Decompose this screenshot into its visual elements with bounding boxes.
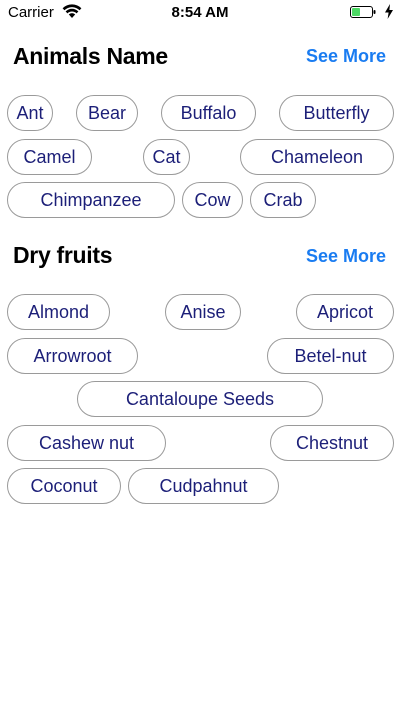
chip-camel[interactable]: Camel	[7, 139, 92, 175]
chip-ant[interactable]: Ant	[7, 95, 53, 131]
chip-butterfly[interactable]: Butterfly	[279, 95, 394, 131]
chip-chameleon[interactable]: Chameleon	[240, 139, 394, 175]
chip-crab[interactable]: Crab	[250, 182, 316, 218]
chip-cudpahnut[interactable]: Cudpahnut	[128, 468, 279, 504]
chip-chestnut[interactable]: Chestnut	[270, 425, 394, 461]
chip-cow[interactable]: Cow	[182, 182, 243, 218]
charging-bolt-icon	[385, 4, 393, 19]
section-title-animals: Animals Name	[13, 43, 168, 69]
chip-anise[interactable]: Anise	[165, 294, 241, 330]
battery-icon	[350, 6, 376, 18]
chip-arrowroot[interactable]: Arrowroot	[7, 338, 138, 374]
chip-almond[interactable]: Almond	[7, 294, 110, 330]
chip-betel-nut[interactable]: Betel-nut	[267, 338, 394, 374]
chip-coconut[interactable]: Coconut	[7, 468, 121, 504]
see-more-dry-fruits-button[interactable]: See More	[306, 246, 386, 267]
chip-apricot[interactable]: Apricot	[296, 294, 394, 330]
clock-time: 8:54 AM	[171, 4, 229, 21]
status-bar: Carrier 8:54 AM	[0, 0, 400, 26]
chip-cat[interactable]: Cat	[143, 139, 190, 175]
chip-bear[interactable]: Bear	[76, 95, 138, 131]
chip-cantaloupe-seeds[interactable]: Cantaloupe Seeds	[77, 381, 323, 417]
chip-chimpanzee[interactable]: Chimpanzee	[7, 182, 175, 218]
chip-cashew-nut[interactable]: Cashew nut	[7, 425, 166, 461]
see-more-animals-button[interactable]: See More	[306, 46, 386, 67]
section-title-dry-fruits: Dry fruits	[13, 242, 113, 268]
chip-buffalo[interactable]: Buffalo	[161, 95, 256, 131]
